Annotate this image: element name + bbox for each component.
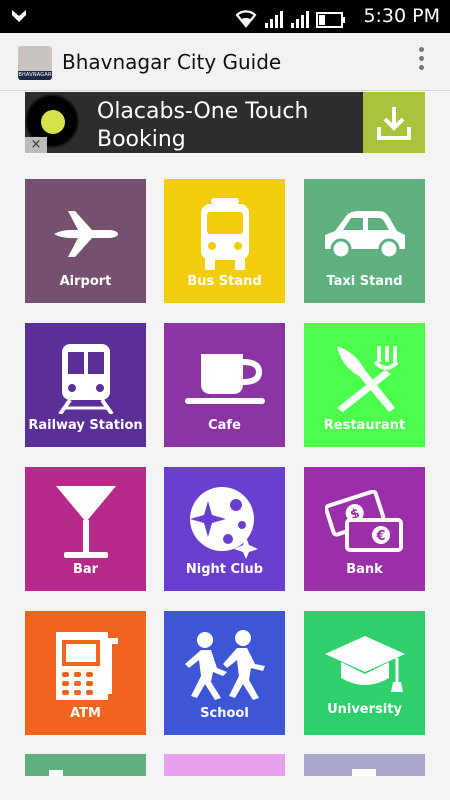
tile-airport[interactable]: Airport: [25, 179, 146, 303]
tile-label: School: [200, 706, 249, 721]
category-grid: Airport Bus Stand Taxi Stand Railway Sta…: [0, 0, 450, 800]
tile-label: Railway Station: [28, 418, 143, 433]
tile-partial-2[interactable]: [164, 754, 285, 776]
tile-label: Night Club: [185, 562, 264, 577]
tile-partial-1[interactable]: [25, 754, 146, 776]
tile-night-club[interactable]: Night Club: [164, 467, 285, 591]
tile-label: Restaurant: [323, 418, 406, 433]
partial-icon: [49, 770, 63, 776]
tile-label: Bus Stand: [187, 274, 262, 289]
bus-icon: [200, 198, 249, 270]
tile-restaurant[interactable]: Restaurant: [304, 323, 425, 447]
train-icon: [57, 344, 114, 414]
tile-atm[interactable]: ATM: [25, 611, 146, 735]
partial-icon: [352, 769, 376, 776]
tile-cafe[interactable]: Cafe: [164, 323, 285, 447]
cocktail-glass-icon: [55, 486, 116, 558]
atm-icon: [55, 632, 118, 700]
tile-label: Bank: [346, 562, 383, 577]
tile-partial-3[interactable]: [304, 754, 425, 776]
coffee-cup-icon: [184, 354, 265, 404]
tile-label: University: [327, 702, 402, 717]
tile-bar[interactable]: Bar: [25, 467, 146, 591]
tile-label: Airport: [59, 274, 112, 289]
tile-bus-stand[interactable]: Bus Stand: [164, 179, 285, 303]
airplane-icon: [53, 211, 118, 257]
children-running-icon: [184, 630, 265, 700]
tile-railway-station[interactable]: Railway Station: [25, 323, 146, 447]
tile-university[interactable]: University: [304, 611, 425, 735]
graduation-cap-icon: [324, 636, 405, 692]
tile-taxi-stand[interactable]: Taxi Stand: [304, 179, 425, 303]
taxi-icon: [324, 211, 405, 259]
tile-label: Taxi Stand: [326, 274, 403, 289]
money-icon: $ €: [324, 490, 403, 552]
tile-label: Cafe: [208, 418, 241, 433]
tile-label: Bar: [72, 562, 99, 577]
svg-text:€: €: [375, 529, 385, 544]
tile-school[interactable]: School: [164, 611, 285, 735]
moon-stars-icon: [189, 487, 258, 559]
tile-bank[interactable]: $ € Bank: [304, 467, 425, 591]
tile-label: ATM: [70, 706, 101, 721]
fork-knife-icon: [336, 346, 399, 412]
